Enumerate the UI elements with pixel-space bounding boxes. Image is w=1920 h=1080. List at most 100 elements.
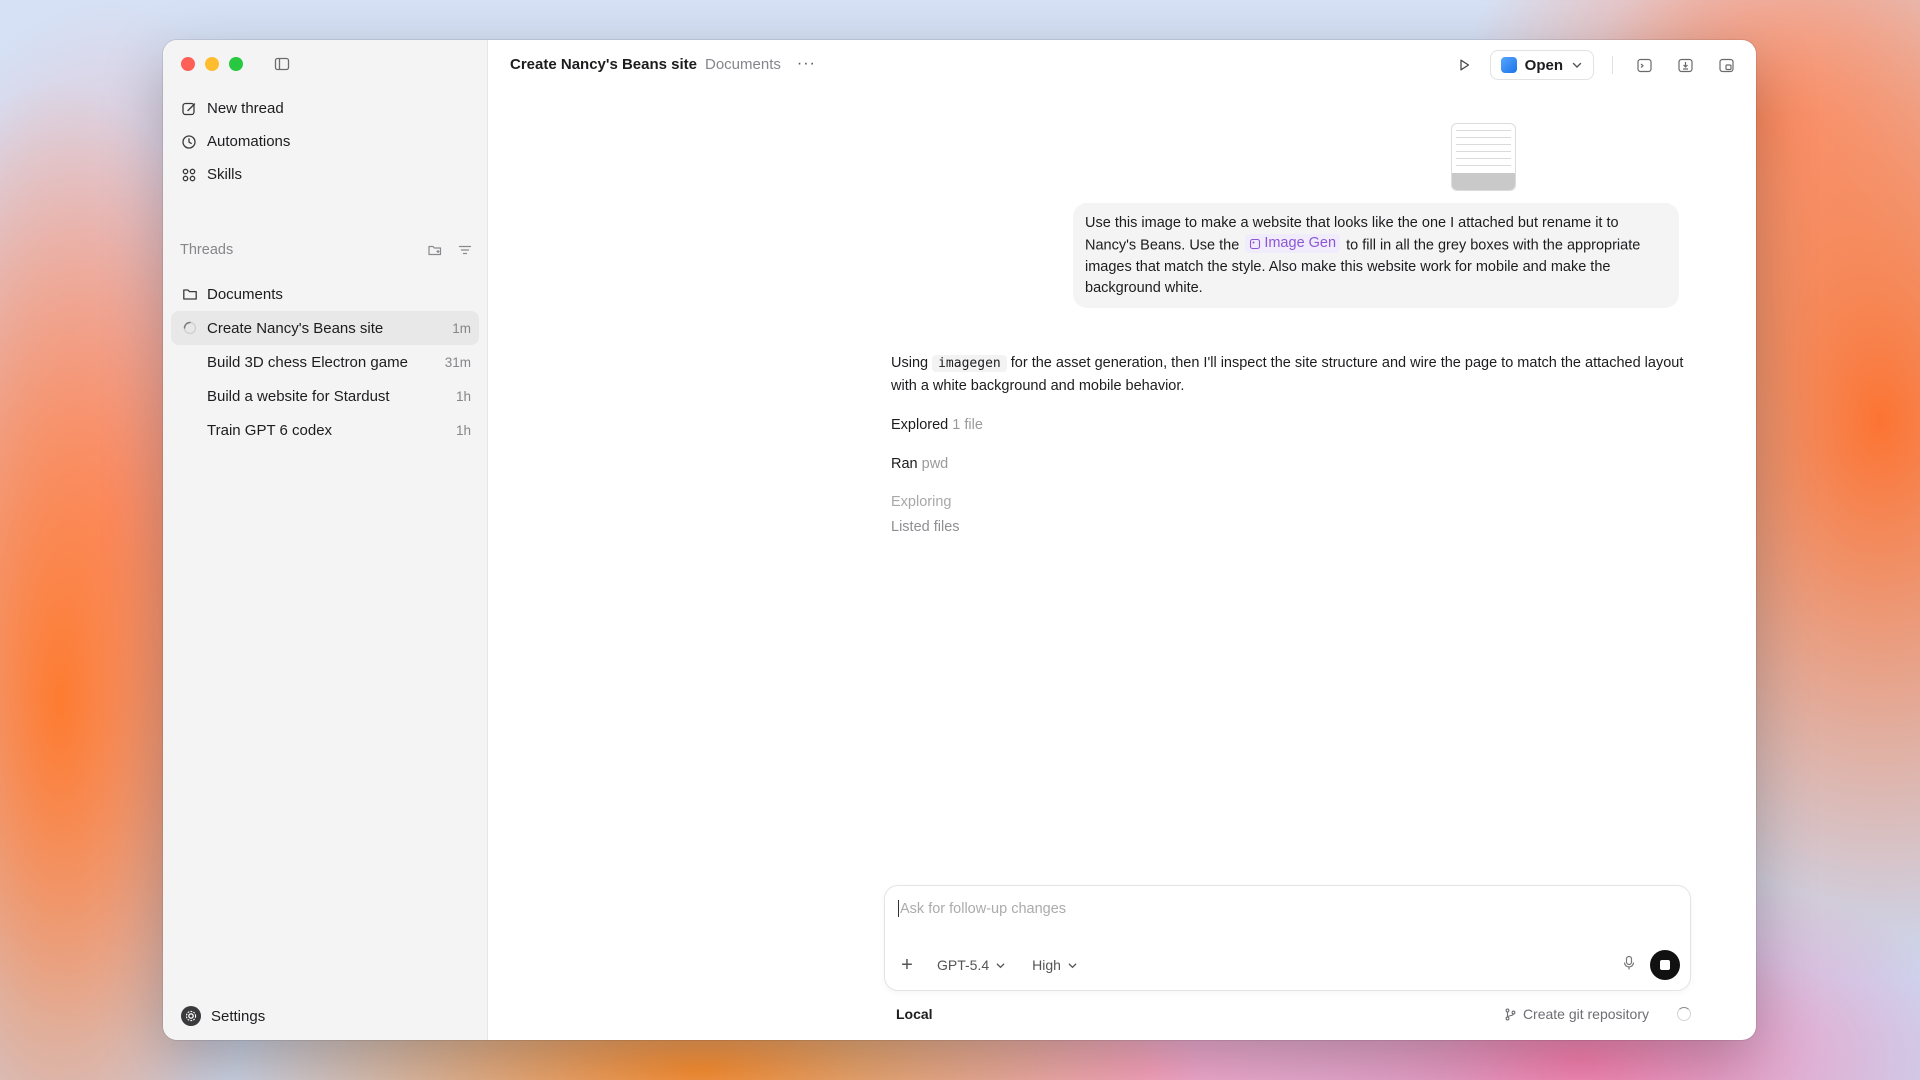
thread-item-nancys-beans[interactable]: Create Nancy's Beans site 1m <box>171 311 479 345</box>
assistant-text-post: for the asset generation, then I'll insp… <box>891 355 1684 394</box>
terminal-icon[interactable] <box>1634 55 1654 75</box>
app-window: New thread Automations Skills Threads Do… <box>163 40 1756 1040</box>
step-verb: Exploring <box>891 494 952 510</box>
thread-time: 1h <box>455 388 471 404</box>
composer: Ask for follow-up changes + GPT-5.4 High <box>884 885 1691 991</box>
attached-image-thumbnail[interactable] <box>1451 123 1516 191</box>
sidebar-toggle-icon[interactable] <box>273 55 291 73</box>
status-spinner-icon <box>1677 1007 1691 1021</box>
chevron-down-icon <box>996 962 1005 968</box>
topbar: Create Nancy's Beans site Documents ··· … <box>488 40 1756 88</box>
close-window-button[interactable] <box>181 57 195 71</box>
create-git-repo-button[interactable]: Create git repository <box>1504 1006 1649 1022</box>
nav-label-skills: Skills <box>207 166 243 183</box>
threads-header: Threads <box>180 240 473 260</box>
nav-label-new-thread: New thread <box>207 100 284 117</box>
thread-time: 31m <box>444 354 471 370</box>
diff-icon[interactable] <box>1675 55 1695 75</box>
step-detail: 1 file <box>952 417 983 433</box>
toolbar-divider <box>1612 56 1613 74</box>
new-thread-button[interactable]: New thread <box>171 92 479 125</box>
split-view-icon[interactable] <box>1716 55 1736 75</box>
open-label: Open <box>1524 56 1563 74</box>
step-verb: Ran <box>891 456 918 472</box>
nav-label-automations: Automations <box>207 133 291 150</box>
microphone-icon[interactable] <box>1622 955 1636 976</box>
chevron-down-icon <box>1068 962 1077 968</box>
assistant-message: Using imagegen for the asset generation,… <box>891 352 1691 398</box>
composer-footer: Local Create git repository <box>884 1004 1691 1024</box>
step-verb: Listed files <box>891 519 960 535</box>
thread-title: Build a website for Stardust <box>207 387 390 405</box>
breadcrumb-folder[interactable]: Documents <box>705 56 781 73</box>
skills-button[interactable]: Skills <box>171 158 479 191</box>
threads-actions <box>427 242 473 258</box>
model-selector[interactable]: GPT-5.4 <box>937 957 1006 973</box>
zoom-window-button[interactable] <box>229 57 243 71</box>
thread-time: 1h <box>455 422 471 438</box>
folder-documents[interactable]: Documents <box>171 277 479 311</box>
add-attachment-button[interactable]: + <box>897 954 917 977</box>
thread-title: Create Nancy's Beans site <box>207 319 384 337</box>
more-options-button[interactable]: ··· <box>797 55 816 73</box>
image-gen-icon <box>1250 238 1261 249</box>
grid-icon <box>182 168 196 181</box>
composer-toolbar: + GPT-5.4 High <box>897 950 1680 980</box>
image-gen-tool-chip[interactable]: Image Gen <box>1245 234 1341 253</box>
chevron-down-icon <box>1572 62 1582 68</box>
folder-label: Documents <box>207 285 283 303</box>
git-label: Create git repository <box>1522 1006 1649 1022</box>
step-listed-files: Listed files <box>891 519 960 535</box>
thread-title: Train GPT 6 codex <box>207 421 333 439</box>
step-verb: Explored <box>891 417 949 433</box>
input-placeholder: Ask for follow-up changes <box>900 900 1067 917</box>
thread-heading: Create Nancy's Beans site <box>510 55 697 73</box>
thread-list: Documents Create Nancy's Beans site 1m B… <box>171 277 479 447</box>
assistant-text-pre: Using <box>891 355 929 371</box>
follow-up-input[interactable]: Ask for follow-up changes <box>898 900 1066 917</box>
thread-item-stardust[interactable]: Build a website for Stardust 1h <box>171 379 479 413</box>
user-message: Use this image to make a website that lo… <box>1073 203 1679 308</box>
edit-icon <box>182 102 196 115</box>
effort-selector[interactable]: High <box>1032 957 1078 973</box>
filter-icon[interactable] <box>457 242 473 258</box>
model-label: GPT-5.4 <box>937 957 990 973</box>
step-ran[interactable]: Ran pwd <box>891 456 948 472</box>
git-branch-icon <box>1505 1008 1516 1020</box>
gear-icon <box>181 1006 201 1026</box>
loading-spinner-icon <box>181 321 199 335</box>
run-icon[interactable] <box>1454 55 1474 75</box>
step-detail: pwd <box>921 456 949 472</box>
environment-selector[interactable]: Local <box>884 1006 933 1022</box>
topbar-actions: Open <box>1454 50 1736 80</box>
sidebar-nav: New thread Automations Skills <box>171 92 479 191</box>
open-in-app-button[interactable]: Open <box>1489 50 1594 80</box>
stop-generation-button[interactable] <box>1650 950 1680 980</box>
composer-right-actions <box>1622 950 1680 980</box>
minimize-window-button[interactable] <box>205 57 219 71</box>
step-explored[interactable]: Explored 1 file <box>891 417 983 433</box>
sidebar: New thread Automations Skills Threads Do… <box>163 40 488 1040</box>
new-folder-icon[interactable] <box>427 242 443 258</box>
inline-code: imagegen <box>932 355 1007 372</box>
text-caret <box>898 900 899 917</box>
thread-time: 1m <box>452 320 471 336</box>
thumbnail-content <box>1456 130 1511 170</box>
thread-item-chess[interactable]: Build 3D chess Electron game 31m <box>171 345 479 379</box>
app-icon <box>1500 57 1517 73</box>
thread-title: Build 3D chess Electron game <box>207 353 408 371</box>
window-controls <box>181 57 243 71</box>
folder-icon <box>181 286 199 302</box>
settings-label: Settings <box>211 1007 266 1025</box>
automations-button[interactable]: Automations <box>171 125 479 158</box>
settings-button[interactable]: Settings <box>181 1004 265 1028</box>
threads-label: Threads <box>180 242 234 258</box>
thread-item-train-gpt[interactable]: Train GPT 6 codex 1h <box>171 413 479 447</box>
main-panel: Create Nancy's Beans site Documents ··· … <box>488 40 1756 1040</box>
effort-label: High <box>1032 957 1061 973</box>
step-exploring: Exploring <box>891 494 951 510</box>
thumbnail-footer <box>1452 173 1515 190</box>
stop-icon <box>1660 960 1670 970</box>
clock-icon <box>182 134 196 149</box>
image-gen-label: Image Gen <box>1264 235 1337 251</box>
